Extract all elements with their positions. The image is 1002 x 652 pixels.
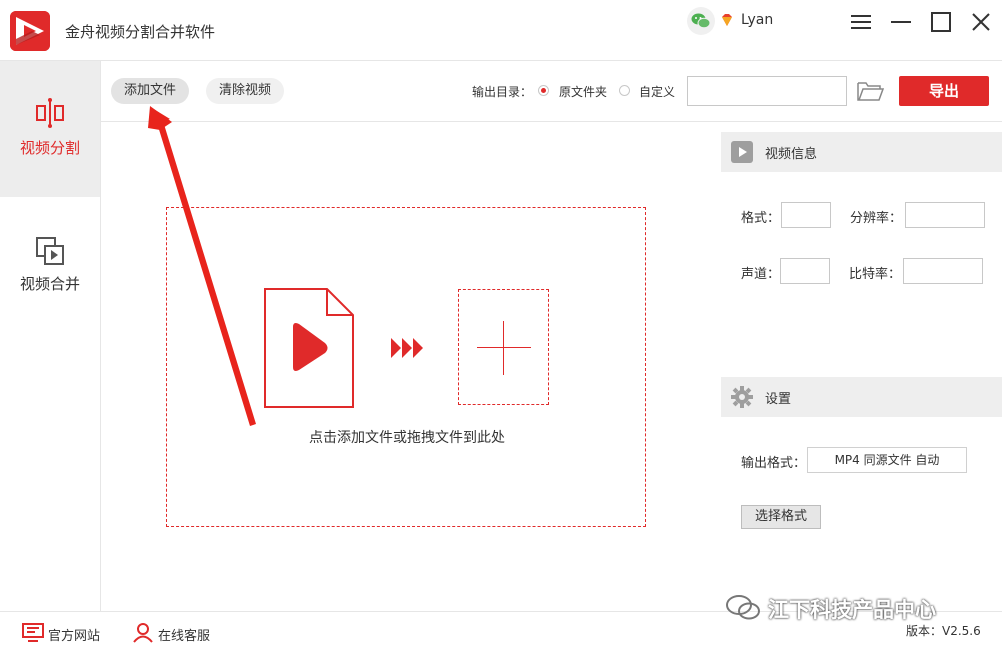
- output-path-input[interactable]: [687, 76, 847, 106]
- merge-icon: [34, 235, 66, 267]
- nav-item-merge[interactable]: 视频合并: [0, 197, 100, 333]
- title-bar: 金舟视频分割合并软件 Lyan: [0, 0, 1002, 61]
- minimize-icon[interactable]: [889, 10, 913, 34]
- wechat-watermark-icon: [724, 592, 764, 622]
- drop-hint: 点击添加文件或拖拽文件到此处: [309, 430, 505, 446]
- forward-arrows-icon: [391, 336, 425, 360]
- format-label: 格式：: [741, 211, 781, 226]
- radio-source-label[interactable]: 原文件夹: [559, 83, 607, 100]
- resolution-value: [905, 202, 985, 228]
- format-value: [781, 202, 831, 228]
- choose-format-button[interactable]: 选择格式: [741, 505, 821, 529]
- video-file-icon: [263, 287, 355, 409]
- add-plus-icon: [458, 289, 549, 405]
- app-logo-icon: [10, 11, 50, 51]
- output-format-label: 输出格式：: [741, 456, 807, 471]
- monitor-icon: [22, 623, 44, 643]
- resolution-label: 分辨率：: [850, 211, 903, 226]
- watermark-text: 江下科技产品中心: [768, 598, 936, 622]
- video-info-header: 视频信息: [721, 132, 1002, 172]
- export-button[interactable]: 导出: [899, 76, 989, 106]
- wechat-icon[interactable]: [687, 7, 715, 35]
- add-file-button[interactable]: 添加文件: [111, 78, 190, 104]
- channels-value: [780, 258, 830, 284]
- toolbar: 添加文件 清除视频 输出目录： 原文件夹 自定义 导出: [101, 61, 1002, 122]
- drop-zone[interactable]: 点击添加文件或拖拽文件到此处: [166, 207, 646, 527]
- settings-header: 设置: [721, 377, 1002, 417]
- output-dir-label: 输出目录：: [472, 85, 533, 99]
- app-title: 金舟视频分割合并软件: [65, 23, 216, 41]
- bitrate-label: 比特率：: [849, 267, 902, 282]
- website-label: 官方网站: [48, 629, 101, 644]
- video-info-icon: [731, 141, 753, 163]
- maximize-icon[interactable]: [929, 10, 953, 34]
- nav-item-split[interactable]: 视频分割: [0, 61, 100, 197]
- menu-icon[interactable]: [849, 10, 873, 34]
- clear-video-button[interactable]: 清除视频: [206, 78, 285, 104]
- channels-label: 声道：: [741, 267, 781, 282]
- bitrate-value: [903, 258, 983, 284]
- section-label: 设置: [765, 392, 792, 407]
- vip-diamond-icon: [720, 13, 734, 27]
- nav-item-label: 视频分割: [19, 139, 80, 157]
- official-website-link[interactable]: 官方网站: [22, 623, 112, 644]
- version-label: 版本：V2.5.6: [906, 624, 981, 638]
- username[interactable]: Lyan: [741, 12, 773, 28]
- folder-open-icon[interactable]: [856, 79, 885, 103]
- gear-icon: [731, 386, 753, 408]
- radio-source-folder[interactable]: [538, 85, 549, 96]
- support-label: 在线客服: [158, 629, 211, 644]
- user-support-icon: [132, 623, 154, 643]
- radio-custom-label[interactable]: 自定义: [639, 83, 675, 100]
- nav-item-label: 视频合并: [19, 275, 80, 293]
- section-label: 视频信息: [765, 147, 818, 162]
- close-icon[interactable]: [969, 10, 993, 34]
- online-support-link[interactable]: 在线客服: [132, 623, 222, 644]
- split-icon: [34, 97, 66, 129]
- left-nav: 视频分割 视频合并: [0, 61, 101, 611]
- radio-custom[interactable]: [619, 85, 630, 96]
- output-format-value[interactable]: MP4 同源文件 自动: [807, 447, 967, 473]
